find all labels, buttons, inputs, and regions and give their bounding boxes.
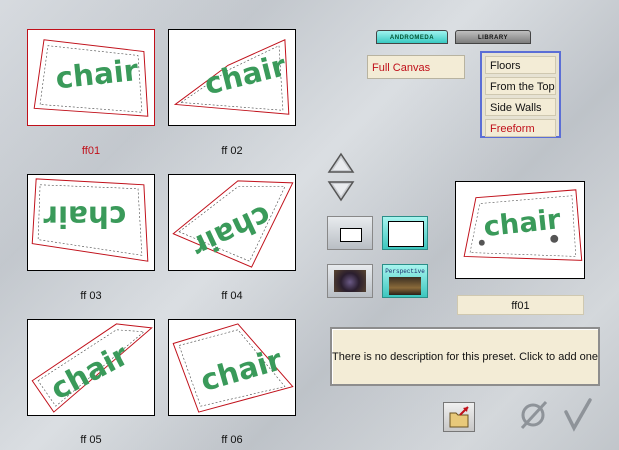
view-frame-large-button[interactable]	[382, 216, 428, 250]
view-perspective-button[interactable]: Perspective	[382, 264, 428, 298]
list-item-freeform[interactable]: Freeform	[485, 119, 556, 137]
frame-small-icon	[340, 228, 362, 242]
photo-thumbnail-icon	[334, 270, 366, 292]
preset-thumbnail[interactable]: chair	[27, 29, 155, 126]
load-preset-button[interactable]	[443, 402, 475, 432]
preset-preview: chair	[455, 181, 585, 279]
list-item-from-the-top[interactable]: From the Top	[485, 77, 556, 95]
preset-caption: ff 05	[80, 434, 102, 446]
category-list: Floors From the Top Side Walls Freeform	[480, 51, 561, 138]
view-frame-small-button[interactable]	[327, 216, 373, 250]
preset-image: chair	[31, 323, 153, 413]
preset-thumbnail[interactable]: chair	[27, 319, 155, 416]
description-text: There is no description for this preset.…	[332, 350, 598, 363]
triangle-up-icon[interactable]	[327, 152, 355, 174]
folder-open-icon	[449, 406, 469, 428]
view-image-button[interactable]	[327, 264, 373, 298]
preset-thumbnail[interactable]: chair	[27, 174, 155, 271]
preset-thumbnail[interactable]: chair	[168, 174, 296, 271]
frame-large-icon	[388, 221, 424, 247]
preset-image: chair	[172, 323, 294, 413]
preset-caption: ff 02	[221, 145, 243, 157]
preset-image: chair	[31, 178, 149, 262]
preset-name-field[interactable]: ff01	[457, 295, 584, 315]
preset-thumbnail[interactable]: chair	[168, 29, 296, 126]
preset-caption: ff01	[81, 145, 101, 157]
preview-image: chair	[463, 189, 583, 261]
perspective-thumbnail-icon	[389, 277, 421, 295]
preset-caption: ff 03	[80, 290, 102, 302]
checkmark-icon[interactable]	[560, 396, 594, 432]
preset-image: chair	[172, 180, 294, 268]
preset-thumbnail[interactable]: chair	[168, 319, 296, 416]
preset-caption: ff 04	[221, 290, 243, 302]
tab-library[interactable]: LIBRARY	[455, 30, 531, 44]
preset-caption: ff 06	[221, 434, 243, 446]
canvas-option[interactable]: Full Canvas	[367, 55, 465, 79]
perspective-label: Perspective	[385, 268, 425, 275]
tab-andromeda[interactable]: ANDROMEDA	[376, 30, 448, 44]
list-item-side-walls[interactable]: Side Walls	[485, 98, 556, 116]
preset-image: chair	[33, 39, 149, 117]
preset-image: chair	[173, 39, 290, 115]
triangle-down-icon[interactable]	[327, 180, 355, 202]
cancel-slash-icon[interactable]	[516, 398, 550, 432]
preset-description[interactable]: There is no description for this preset.…	[330, 327, 600, 386]
list-item-floors[interactable]: Floors	[485, 56, 556, 74]
svg-text:chair: chair	[43, 199, 126, 233]
